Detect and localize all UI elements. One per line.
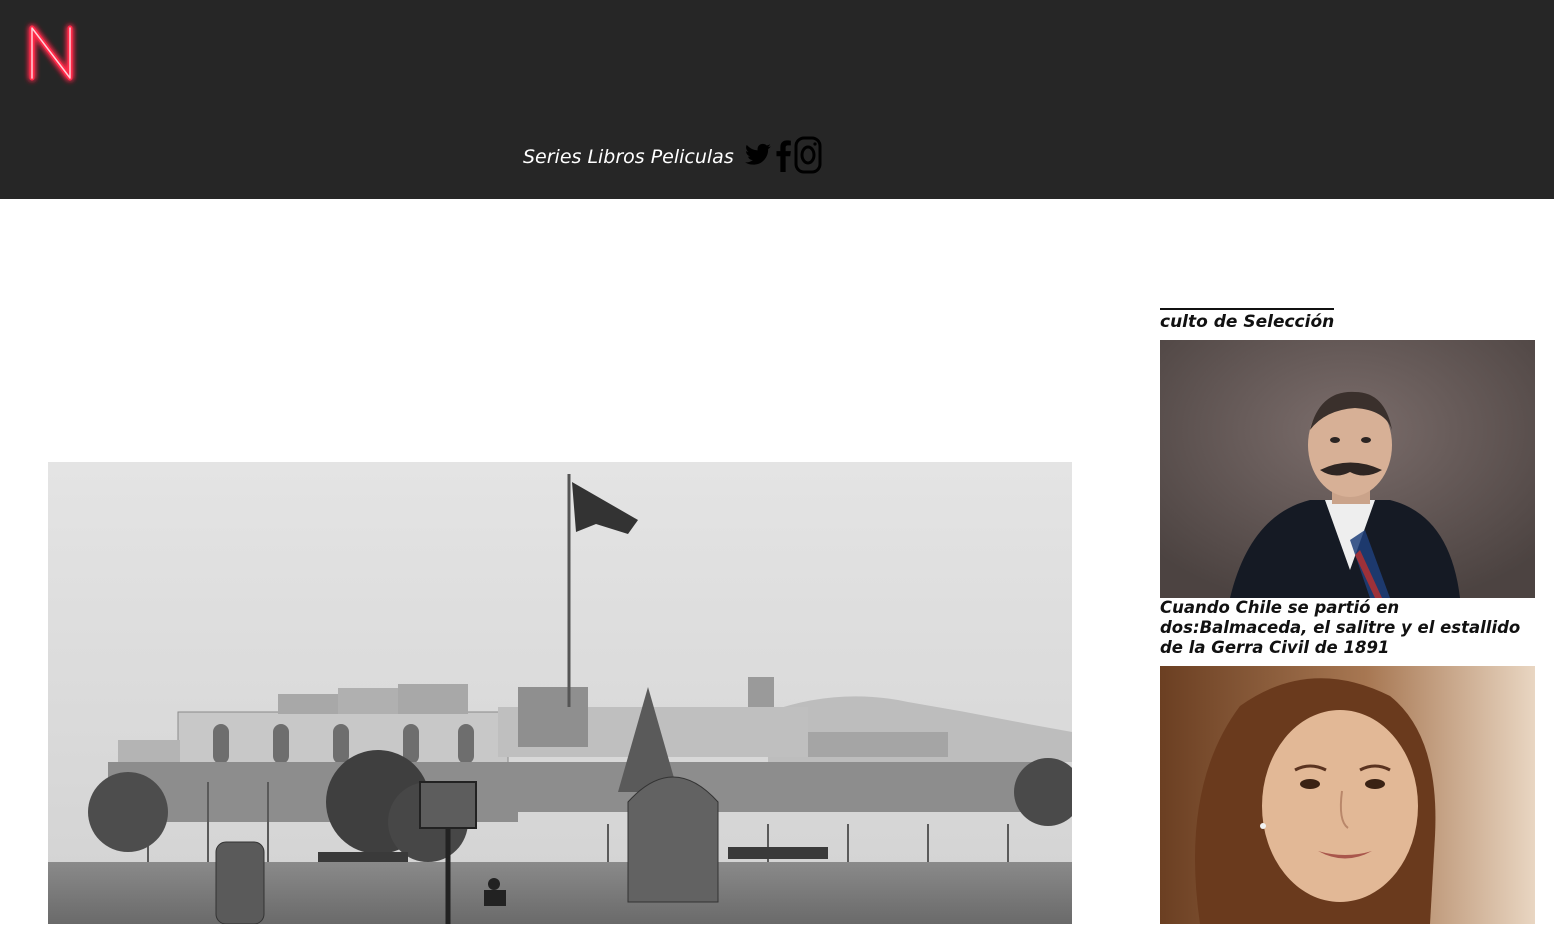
main-nav: Series Libros Peliculas [523,136,825,178]
sidebar-card-image-2[interactable] [1160,666,1535,924]
sidebar-card-image-1[interactable] [1160,340,1535,598]
neon-logo[interactable] [20,16,90,96]
hero-image[interactable] [48,462,1072,924]
sidebar-title: culto de Selección [1160,308,1335,333]
twitter-icon[interactable] [744,141,772,173]
nav-link-series[interactable]: Series [523,146,581,168]
facebook-icon[interactable] [775,138,791,176]
instagram-icon[interactable] [794,136,822,178]
nav-link-libros[interactable]: Libros [587,146,644,168]
sidebar-card-caption-1[interactable]: Cuando Chile se partió en dos:Balmaceda,… [1160,598,1540,658]
nav-link-peliculas[interactable]: Peliculas [651,146,734,168]
site-header: Series Libros Peliculas [0,0,1554,199]
